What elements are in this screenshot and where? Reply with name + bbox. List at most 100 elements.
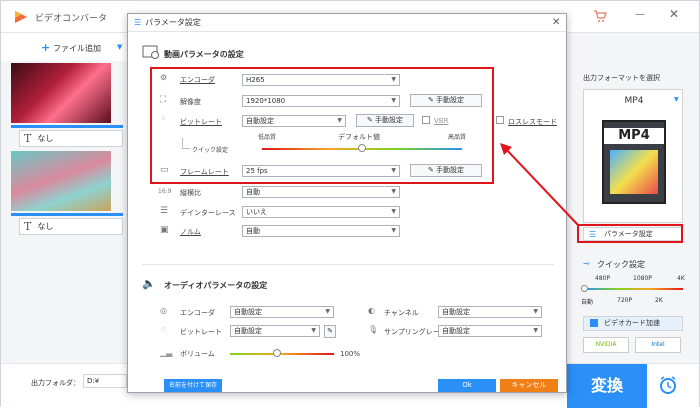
- norm-select[interactable]: 自動 ▼: [242, 225, 400, 237]
- aspect-ratio-icon: 16:9: [158, 188, 172, 195]
- audio-settings-icon: 🔈: [142, 277, 156, 290]
- annotation-arrow: [500, 143, 579, 226]
- text-icon: T: [24, 220, 32, 233]
- gpu-accel-label: ビデオカード加速: [604, 319, 660, 327]
- dialog-title-bar: ☰ パラメータ設定 ✕: [128, 14, 566, 32]
- add-file-button[interactable]: ファイル追加: [53, 43, 101, 54]
- samplerate-value: 自動設定: [442, 327, 470, 335]
- format-dropdown-icon: ▼: [674, 96, 679, 103]
- vbr-label: VBR: [434, 117, 449, 125]
- toolbar: + ファイル追加 ▼: [1, 33, 131, 61]
- minimize-icon[interactable]: —: [635, 9, 645, 20]
- chevron-down-icon: ▼: [391, 167, 396, 174]
- pencil-icon: ✎: [427, 96, 437, 104]
- ok-button[interactable]: Ok: [438, 379, 496, 392]
- channel-label: チャンネル: [384, 309, 419, 317]
- nvidia-badge: NVIDIA: [583, 337, 629, 353]
- lossless-label: ロスレスモード: [508, 118, 557, 126]
- audio-bitrate-label: ビットレート: [180, 328, 222, 336]
- norm-label: ノルム: [180, 228, 201, 236]
- encoder-label: エンコーダ: [180, 76, 215, 84]
- output-folder-label: 出力フォルダ：: [31, 379, 80, 387]
- quick-settings-icon: ⊸: [583, 259, 590, 268]
- chevron-down-icon: ▼: [391, 76, 396, 83]
- tree-connector-h: [182, 148, 190, 149]
- quality-480p: 480P: [595, 275, 611, 282]
- vbr-checkbox[interactable]: [422, 116, 430, 124]
- quality-slider-track[interactable]: [583, 288, 683, 290]
- subtitle-select-1[interactable]: T なし: [19, 130, 123, 147]
- dialog-close-icon[interactable]: ✕: [552, 17, 560, 28]
- cancel-button[interactable]: キャンセル: [500, 379, 558, 392]
- pencil-icon: ✎: [427, 166, 437, 174]
- bitrate-icon: ⁘: [160, 114, 167, 123]
- convert-button[interactable]: 変換: [567, 364, 647, 408]
- resolution-select[interactable]: 1920*1080 ▼: [242, 95, 400, 107]
- format-value: MP4: [624, 96, 644, 106]
- save-as-button[interactable]: 名前を付けて保存: [164, 379, 222, 392]
- framerate-icon: ▭: [160, 165, 169, 175]
- audio-encoder-value: 自動設定: [234, 308, 262, 316]
- manual-label: 手動設定: [375, 116, 404, 124]
- quality-720p: 720P: [617, 297, 633, 304]
- video-thumbnail-1[interactable]: [11, 63, 111, 123]
- audio-bitrate-value: 自動設定: [234, 327, 262, 335]
- lossless-checkbox[interactable]: [496, 116, 504, 124]
- volume-bars-icon: ▁▃: [160, 348, 173, 357]
- resolution-manual-button[interactable]: ✎ 手動設定: [410, 94, 482, 107]
- section-divider: [142, 264, 554, 265]
- gpu-accel-toggle[interactable]: ビデオカード加速: [583, 316, 683, 331]
- channel-value: 自動設定: [442, 308, 470, 316]
- select-format-label: 出力フォーマットを選択: [583, 74, 660, 82]
- video-bitrate-value: 自動設定: [246, 117, 274, 125]
- channel-select[interactable]: 自動設定 ▼: [438, 306, 542, 318]
- resolution-label: 解像度: [180, 98, 201, 106]
- encoder-gear-icon: ⚙: [160, 73, 168, 82]
- deinterlace-label: デインターレース: [180, 209, 236, 217]
- chevron-down-icon: ▼: [325, 308, 330, 315]
- chevron-down-icon: ▼: [337, 117, 342, 124]
- bitrate-manual-button[interactable]: ✎ 手動設定: [356, 114, 414, 127]
- quality-slider-thumb[interactable]: [358, 144, 366, 152]
- chevron-down-icon: ▼: [391, 227, 396, 234]
- quality-4k: 4K: [677, 275, 685, 282]
- app-logo-icon: [13, 9, 29, 25]
- close-window-icon[interactable]: ✕: [669, 7, 679, 21]
- quick-settings-label: クイック設定: [192, 147, 229, 154]
- resolution-icon: ⛶: [160, 95, 167, 105]
- add-file-dropdown-icon[interactable]: ▼: [117, 43, 122, 51]
- alarm-clock-icon[interactable]: [657, 374, 679, 396]
- audio-encoder-icon: ◎: [160, 306, 167, 315]
- video-encoder-select[interactable]: H265 ▼: [242, 74, 400, 86]
- deinterlace-icon: ☰: [160, 206, 169, 216]
- audio-encoder-select[interactable]: 自動設定 ▼: [230, 306, 334, 318]
- aspect-select[interactable]: 自動 ▼: [242, 186, 400, 198]
- audio-section-title: オーディオパラメータの設定: [164, 281, 268, 290]
- microphone-icon: 🎙: [368, 325, 379, 334]
- cart-icon[interactable]: [593, 9, 607, 23]
- audio-bitrate-edit-button[interactable]: ✎: [324, 325, 336, 338]
- framerate-manual-button[interactable]: ✎ 手動設定: [410, 164, 482, 177]
- framerate-select[interactable]: 25 fps ▼: [242, 165, 400, 177]
- monitor-icon: ▣: [160, 225, 169, 235]
- subtitle-select-2[interactable]: T なし: [19, 218, 123, 235]
- pencil-icon: ✎: [327, 327, 333, 335]
- audio-bitrate-select[interactable]: 自動設定 ▼: [230, 325, 320, 337]
- quality-slider-thumb[interactable]: [581, 285, 588, 292]
- resolution-value: 1920*1080: [246, 97, 286, 105]
- dialog-title: パラメータ設定: [145, 18, 201, 27]
- video-bitrate-select[interactable]: 自動設定 ▼: [242, 115, 346, 127]
- volume-slider-thumb[interactable]: [272, 349, 281, 357]
- volume-label: ボリューム: [180, 350, 215, 358]
- audio-bitrate-icon: ⁘: [160, 325, 167, 334]
- quality-1080p: 1080P: [633, 275, 652, 282]
- deinterlace-select[interactable]: いいえ ▼: [242, 206, 400, 218]
- mp4-badge: MP4: [604, 128, 664, 144]
- video-thumbnail-2[interactable]: [11, 151, 111, 211]
- volume-slider-track[interactable]: [230, 353, 334, 355]
- aspect-value: 自動: [246, 188, 260, 196]
- chevron-down-icon: ▼: [391, 188, 396, 195]
- output-folder-input[interactable]: D:¥: [83, 374, 127, 388]
- samplerate-select[interactable]: 自動設定 ▼: [438, 325, 542, 337]
- quality-2k: 2K: [655, 297, 663, 304]
